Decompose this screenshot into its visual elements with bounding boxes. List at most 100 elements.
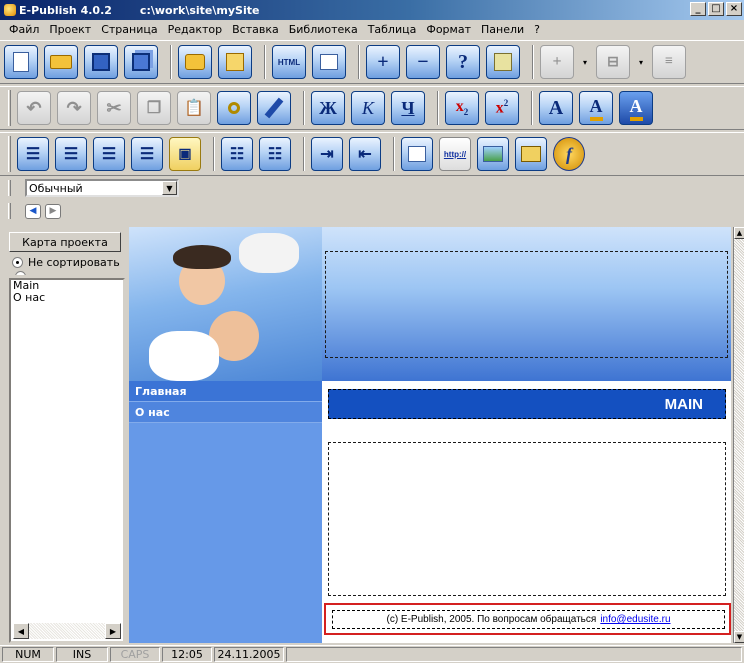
toolbar-grip[interactable] xyxy=(8,180,11,196)
style-toolbar: Обычный ▼ xyxy=(0,177,744,199)
main-heading[interactable]: MAIN xyxy=(328,389,726,419)
insert-image-button[interactable] xyxy=(312,45,346,79)
header-placeholder-box[interactable] xyxy=(325,251,728,358)
remove-page-button[interactable]: − xyxy=(406,45,440,79)
vertical-scrollbar[interactable]: ▲ ▼ xyxy=(733,227,744,643)
highlight-color-button[interactable]: A xyxy=(619,91,653,125)
indent-button[interactable]: ⇥ xyxy=(311,137,343,171)
menu-editor[interactable]: Редактор xyxy=(163,23,228,36)
menu-page[interactable]: Страница xyxy=(96,23,162,36)
menu-help[interactable]: ? xyxy=(529,23,545,36)
footer-box[interactable]: (c) E-Publish, 2005. По вопросам обращат… xyxy=(332,610,725,629)
menu-file[interactable]: Файл xyxy=(4,23,44,36)
page-list-item[interactable]: О нас xyxy=(11,292,123,304)
hyperlink-button[interactable]: http:// xyxy=(439,137,471,171)
paragraph-style-value: Обычный xyxy=(29,181,83,195)
chevron-down-icon[interactable]: ▼ xyxy=(162,181,177,195)
menu-panels[interactable]: Панели xyxy=(476,23,529,36)
font-button[interactable]: A xyxy=(539,91,573,125)
copy-button[interactable]: ❐ xyxy=(137,91,171,125)
superscript-button[interactable]: x2 xyxy=(485,91,519,125)
scroll-up-icon[interactable]: ▲ xyxy=(734,227,744,239)
content-placeholder-box[interactable] xyxy=(328,442,726,596)
insert-table-button[interactable] xyxy=(515,137,547,171)
back-arrow-icon[interactable]: ◀ xyxy=(25,203,41,219)
numbered-list-button[interactable]: ☷ xyxy=(259,137,291,171)
bold-button[interactable]: Ж xyxy=(311,91,345,125)
maximize-button[interactable]: □ xyxy=(708,2,724,16)
radio-icon[interactable] xyxy=(15,271,26,275)
outdent-button[interactable]: ⇤ xyxy=(349,137,381,171)
outdent-icon: ⇤ xyxy=(358,146,372,163)
find-button[interactable] xyxy=(217,91,251,125)
footer-selection[interactable]: (c) E-Publish, 2005. По вопросам обращат… xyxy=(324,603,731,635)
cut-button[interactable]: ✂ xyxy=(97,91,131,125)
add-page-button[interactable]: + xyxy=(366,45,400,79)
scroll-track[interactable] xyxy=(734,239,744,631)
menu-format[interactable]: Формат xyxy=(421,23,476,36)
horizontal-scrollbar[interactable]: ◀ ▶ xyxy=(13,623,121,639)
subscript-button[interactable]: x2 xyxy=(445,91,479,125)
scroll-left-icon[interactable]: ◀ xyxy=(13,623,29,639)
underline-button[interactable]: Ч xyxy=(391,91,425,125)
split-column-button[interactable]: ⊟ xyxy=(596,45,630,79)
close-button[interactable]: × xyxy=(726,2,742,16)
radio-selected-icon[interactable] xyxy=(12,257,23,268)
scroll-down-icon[interactable]: ▼ xyxy=(734,631,744,643)
menu-project[interactable]: Проект xyxy=(44,23,96,36)
insert-picture-button[interactable] xyxy=(477,137,509,171)
undo-button[interactable]: ↶ xyxy=(17,91,51,125)
forward-arrow-icon[interactable]: ▶ xyxy=(45,203,61,219)
toolbar-separator xyxy=(437,91,439,125)
paste-button[interactable]: 📋 xyxy=(177,91,211,125)
open-button[interactable] xyxy=(44,45,78,79)
more-icon: ≡ xyxy=(665,54,673,69)
bulleted-list-button[interactable]: ☷ xyxy=(221,137,253,171)
clear-block-button[interactable]: ▣ xyxy=(169,137,201,171)
italic-button[interactable]: К xyxy=(351,91,385,125)
edit-text-button[interactable] xyxy=(401,137,433,171)
app-title: E-Publish 4.0.2 xyxy=(19,3,112,17)
help-button[interactable]: ? xyxy=(446,45,480,79)
chevron-down-icon[interactable]: ▾ xyxy=(580,58,590,67)
new-page-button[interactable] xyxy=(4,45,38,79)
scroll-right-icon[interactable]: ▶ xyxy=(105,623,121,639)
save-all-icon xyxy=(132,53,150,71)
clear-format-button[interactable] xyxy=(257,91,291,125)
properties-button[interactable] xyxy=(486,45,520,79)
chevron-down-icon[interactable]: ▾ xyxy=(636,58,646,67)
align-right-button[interactable]: ☰ xyxy=(93,137,125,171)
save-all-button[interactable] xyxy=(124,45,158,79)
sitemap-button[interactable]: Карта проекта xyxy=(9,232,121,252)
minimize-button[interactable]: _ xyxy=(690,2,706,16)
publish-button[interactable] xyxy=(178,45,212,79)
sort-option-hidden[interactable] xyxy=(12,271,125,275)
insert-page-button[interactable] xyxy=(218,45,252,79)
menu-library[interactable]: Библиотека xyxy=(284,23,363,36)
new-page-icon xyxy=(13,52,29,72)
paragraph-style-select[interactable]: Обычный ▼ xyxy=(25,179,179,197)
html-export-button[interactable]: HTML xyxy=(272,45,306,79)
nav-link-home[interactable]: Главная xyxy=(129,381,322,402)
menu-insert[interactable]: Вставка xyxy=(227,23,284,36)
align-justify-button[interactable]: ☰ xyxy=(131,137,163,171)
align-center-button[interactable]: ☰ xyxy=(55,137,87,171)
child-figure xyxy=(149,331,219,381)
toolbar-grip[interactable] xyxy=(8,203,11,219)
scroll-track[interactable] xyxy=(29,623,105,639)
page-canvas[interactable]: Главная О нас MAIN (c) E-Publish, 2005. … xyxy=(129,227,731,643)
save-button[interactable] xyxy=(84,45,118,79)
redo-button[interactable]: ↷ xyxy=(57,91,91,125)
add-column-button[interactable]: + xyxy=(540,45,574,79)
sort-option-none[interactable]: Не сортировать xyxy=(9,254,125,271)
toolbar-grip[interactable] xyxy=(8,136,11,172)
toolbar-grip[interactable] xyxy=(8,90,11,126)
align-left-button[interactable]: ☰ xyxy=(17,137,49,171)
font-color-button[interactable]: A xyxy=(579,91,613,125)
flash-button[interactable]: f xyxy=(553,137,585,171)
undo-icon: ↶ xyxy=(26,97,42,118)
more-button[interactable]: ≡ xyxy=(652,45,686,79)
menu-table[interactable]: Таблица xyxy=(363,23,422,36)
footer-email-link[interactable]: info@edusite.ru xyxy=(600,614,670,625)
nav-link-about[interactable]: О нас xyxy=(129,402,322,423)
